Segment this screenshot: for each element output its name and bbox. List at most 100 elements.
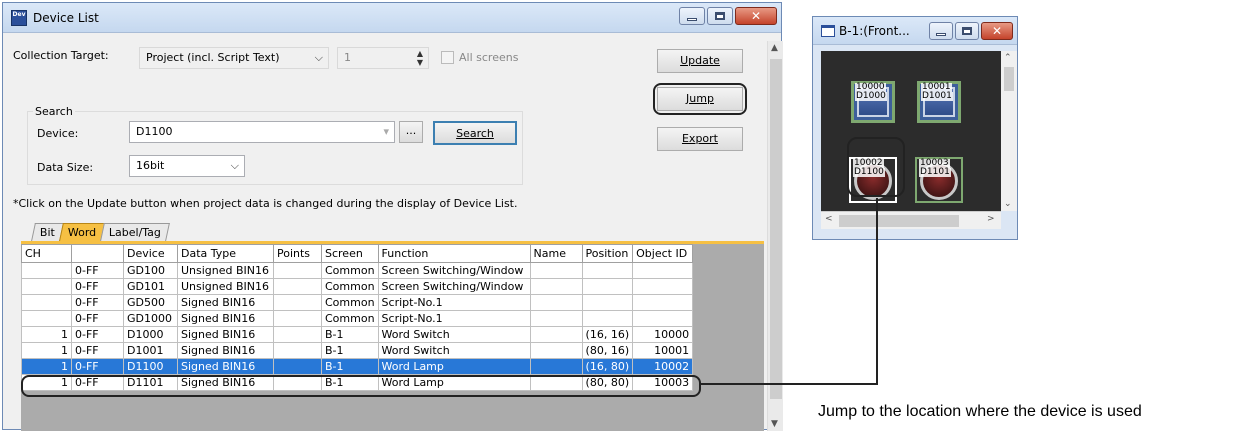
tab-label-tag-label: Label/Tag (109, 226, 162, 239)
window-title: Device List (33, 11, 99, 25)
chevron-down-icon: ▾ (383, 125, 389, 138)
scroll-down-icon[interactable]: ⌄ (1004, 199, 1012, 209)
cell-device: D1001 (123, 342, 178, 359)
cell-object-id (632, 278, 694, 295)
tab-label-tag[interactable]: Label/Tag (100, 223, 171, 241)
scrollbar-thumb[interactable] (770, 59, 782, 399)
cell-object-id: 10002 (632, 358, 694, 375)
table-row[interactable]: 0-FF GD101 Unsigned BIN16 Common Screen … (21, 278, 694, 295)
column-header-range[interactable] (71, 244, 124, 263)
connector-line (700, 383, 878, 385)
column-header-object-id[interactable]: Object ID (632, 244, 694, 263)
cell-device: D1000 (123, 326, 178, 343)
column-header-screen[interactable]: Screen (321, 244, 379, 263)
minimize-icon (936, 32, 946, 36)
search-group-label: Search (33, 105, 75, 118)
cell-position: (16, 16) (581, 326, 634, 343)
cell-name (529, 358, 583, 375)
data-size-value: 16bit (136, 159, 165, 172)
screen-horizontal-scrollbar[interactable]: < > (821, 211, 1001, 229)
search-button[interactable]: Search (433, 121, 517, 145)
cell-range: 0-FF (71, 358, 124, 375)
table-row[interactable]: 0-FF GD1000 Signed BIN16 Common Script-N… (21, 310, 694, 327)
scrollbar-thumb[interactable] (839, 215, 959, 227)
scroll-right-icon[interactable]: > (987, 214, 995, 224)
table-row-selected[interactable]: 1 0-FF D1100 Signed BIN16 B-1 Word Lamp … (21, 358, 694, 375)
collection-target-select[interactable]: Project (incl. Script Text) ⌵ (139, 47, 329, 69)
column-header-points[interactable]: Points (273, 244, 322, 263)
data-size-select[interactable]: 16bit ⌵ (129, 155, 245, 177)
cell-position (581, 310, 634, 327)
cell-points (273, 294, 322, 311)
maximize-button[interactable] (955, 22, 979, 40)
selected-row-highlight (21, 375, 701, 397)
close-button[interactable]: ✕ (981, 22, 1013, 40)
column-header-function[interactable]: Function (377, 244, 531, 263)
cell-object-id (632, 294, 694, 311)
jump-button-highlight (653, 83, 747, 115)
export-button-label: Export (681, 132, 718, 145)
column-header-device[interactable]: Device (123, 244, 178, 263)
table-row[interactable]: 0-FF GD100 Unsigned BIN16 Common Screen … (21, 262, 694, 279)
scrollbar-thumb[interactable] (1004, 67, 1014, 91)
table-row[interactable]: 0-FF GD500 Signed BIN16 Common Script-No… (21, 294, 694, 311)
title-bar[interactable]: Dev Device List ✕ (3, 3, 781, 33)
device-table-area: CH Device Data Type Points Screen Functi… (21, 241, 764, 431)
screen-window-title: B-1:(Front... (839, 24, 910, 38)
cell-ch (21, 294, 72, 311)
table-row[interactable]: 1 0-FF D1001 Signed BIN16 B-1 Word Switc… (21, 342, 694, 359)
cell-device: GD101 (123, 278, 178, 295)
cell-screen: B-1 (321, 326, 379, 343)
minimize-button[interactable] (929, 22, 953, 40)
lamp-object-highlight (847, 137, 905, 197)
column-header-ch[interactable]: CH (21, 244, 72, 263)
cell-object-id: 10001 (632, 342, 694, 359)
scroll-left-icon[interactable]: < (825, 214, 833, 224)
cell-name (529, 294, 583, 311)
screen-number-spinner[interactable]: 1 ▲ ▼ (337, 47, 429, 69)
cell-object-id: 10000 (632, 326, 694, 343)
cell-ch (21, 278, 72, 295)
cell-data-type: Signed BIN16 (177, 342, 274, 359)
cell-screen: Common (321, 278, 379, 295)
cell-ch (21, 310, 72, 327)
update-hint-text: *Click on the Update button when project… (13, 197, 518, 210)
close-button[interactable]: ✕ (735, 7, 777, 25)
screen-vertical-scrollbar[interactable]: ⌃ ⌄ (1001, 51, 1017, 211)
collection-target-value: Project (incl. Script Text) (146, 51, 280, 64)
tab-word-label: Word (67, 226, 97, 239)
main-vertical-scrollbar[interactable]: ▲ ▼ (767, 41, 783, 431)
cell-name (529, 326, 583, 343)
device-type-tabs: Bit Word Label/Tag (31, 223, 171, 241)
cell-position: (80, 16) (581, 342, 634, 359)
column-header-name[interactable]: Name (529, 244, 583, 263)
column-header-position[interactable]: Position (581, 244, 634, 263)
table-row[interactable]: 1 0-FF D1000 Signed BIN16 B-1 Word Switc… (21, 326, 694, 343)
collection-target-label: Collection Target: (13, 49, 109, 62)
cell-range: 0-FF (71, 294, 124, 311)
cell-name (529, 262, 583, 279)
screen-window-title-bar[interactable]: B-1:(Front... ✕ (813, 17, 1017, 45)
cell-range: 0-FF (71, 326, 124, 343)
scroll-up-icon[interactable]: ⌃ (1004, 53, 1012, 63)
minimize-button[interactable] (679, 7, 705, 25)
browse-device-button[interactable]: ... (399, 121, 423, 143)
close-icon: ✕ (991, 24, 1003, 38)
update-button[interactable]: Update (657, 49, 743, 73)
device-input[interactable]: D1100 ▾ (129, 121, 395, 143)
cell-function: Word Switch (377, 326, 531, 343)
tab-word[interactable]: Word (59, 223, 106, 241)
maximize-button[interactable] (707, 7, 733, 25)
export-button[interactable]: Export (657, 127, 743, 151)
screen-number-value: 1 (344, 51, 351, 64)
cell-position (581, 278, 634, 295)
cell-points (273, 262, 322, 279)
cell-data-type: Signed BIN16 (177, 294, 274, 311)
scroll-down-icon[interactable]: ▼ (771, 419, 778, 429)
all-screens-checkbox[interactable] (441, 51, 454, 64)
connector-line (876, 198, 878, 384)
jump-caption: Jump to the location where the device is… (818, 403, 1142, 420)
scroll-up-icon[interactable]: ▲ (771, 43, 778, 53)
cell-data-type: Signed BIN16 (177, 358, 274, 375)
column-header-data-type[interactable]: Data Type (177, 244, 274, 263)
